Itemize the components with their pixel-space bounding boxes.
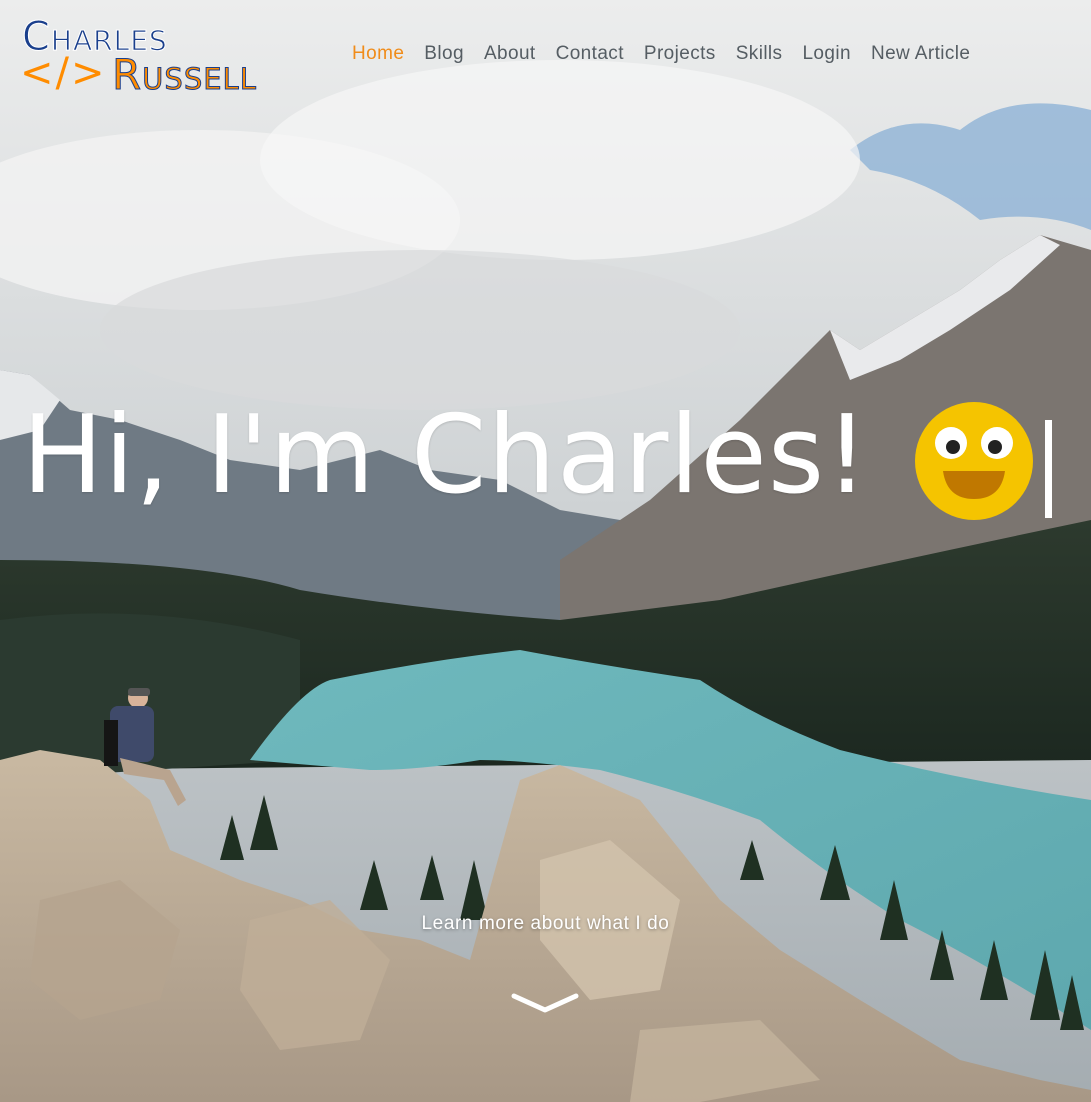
nav-new-article[interactable]: New Article (871, 40, 970, 70)
logo-last-name: Russell (112, 50, 257, 100)
nav-home[interactable]: Home (352, 40, 404, 70)
learn-more-link[interactable]: Learn more about what I do (0, 913, 1091, 935)
nav-projects[interactable]: Projects (644, 40, 716, 70)
typing-cursor (1045, 420, 1052, 518)
nav-login[interactable]: Login (802, 40, 851, 70)
site-logo[interactable]: Charles </> Russell (20, 14, 310, 100)
nav-skills[interactable]: Skills (736, 40, 783, 70)
grinning-face-icon (915, 402, 1033, 520)
hero-section: Charles </> Russell Home Blog About Cont… (0, 0, 1091, 1102)
main-nav: Home Blog About Contact Projects Skills … (352, 40, 990, 70)
hero-heading: Hi, I'm Charles! (22, 393, 870, 518)
hero-background-image (0, 0, 1091, 1102)
nav-about[interactable]: About (484, 40, 536, 70)
nav-contact[interactable]: Contact (556, 40, 624, 70)
nav-blog[interactable]: Blog (424, 40, 464, 70)
code-brackets-icon: </> (20, 50, 107, 96)
chevron-down-icon[interactable] (510, 990, 580, 1016)
